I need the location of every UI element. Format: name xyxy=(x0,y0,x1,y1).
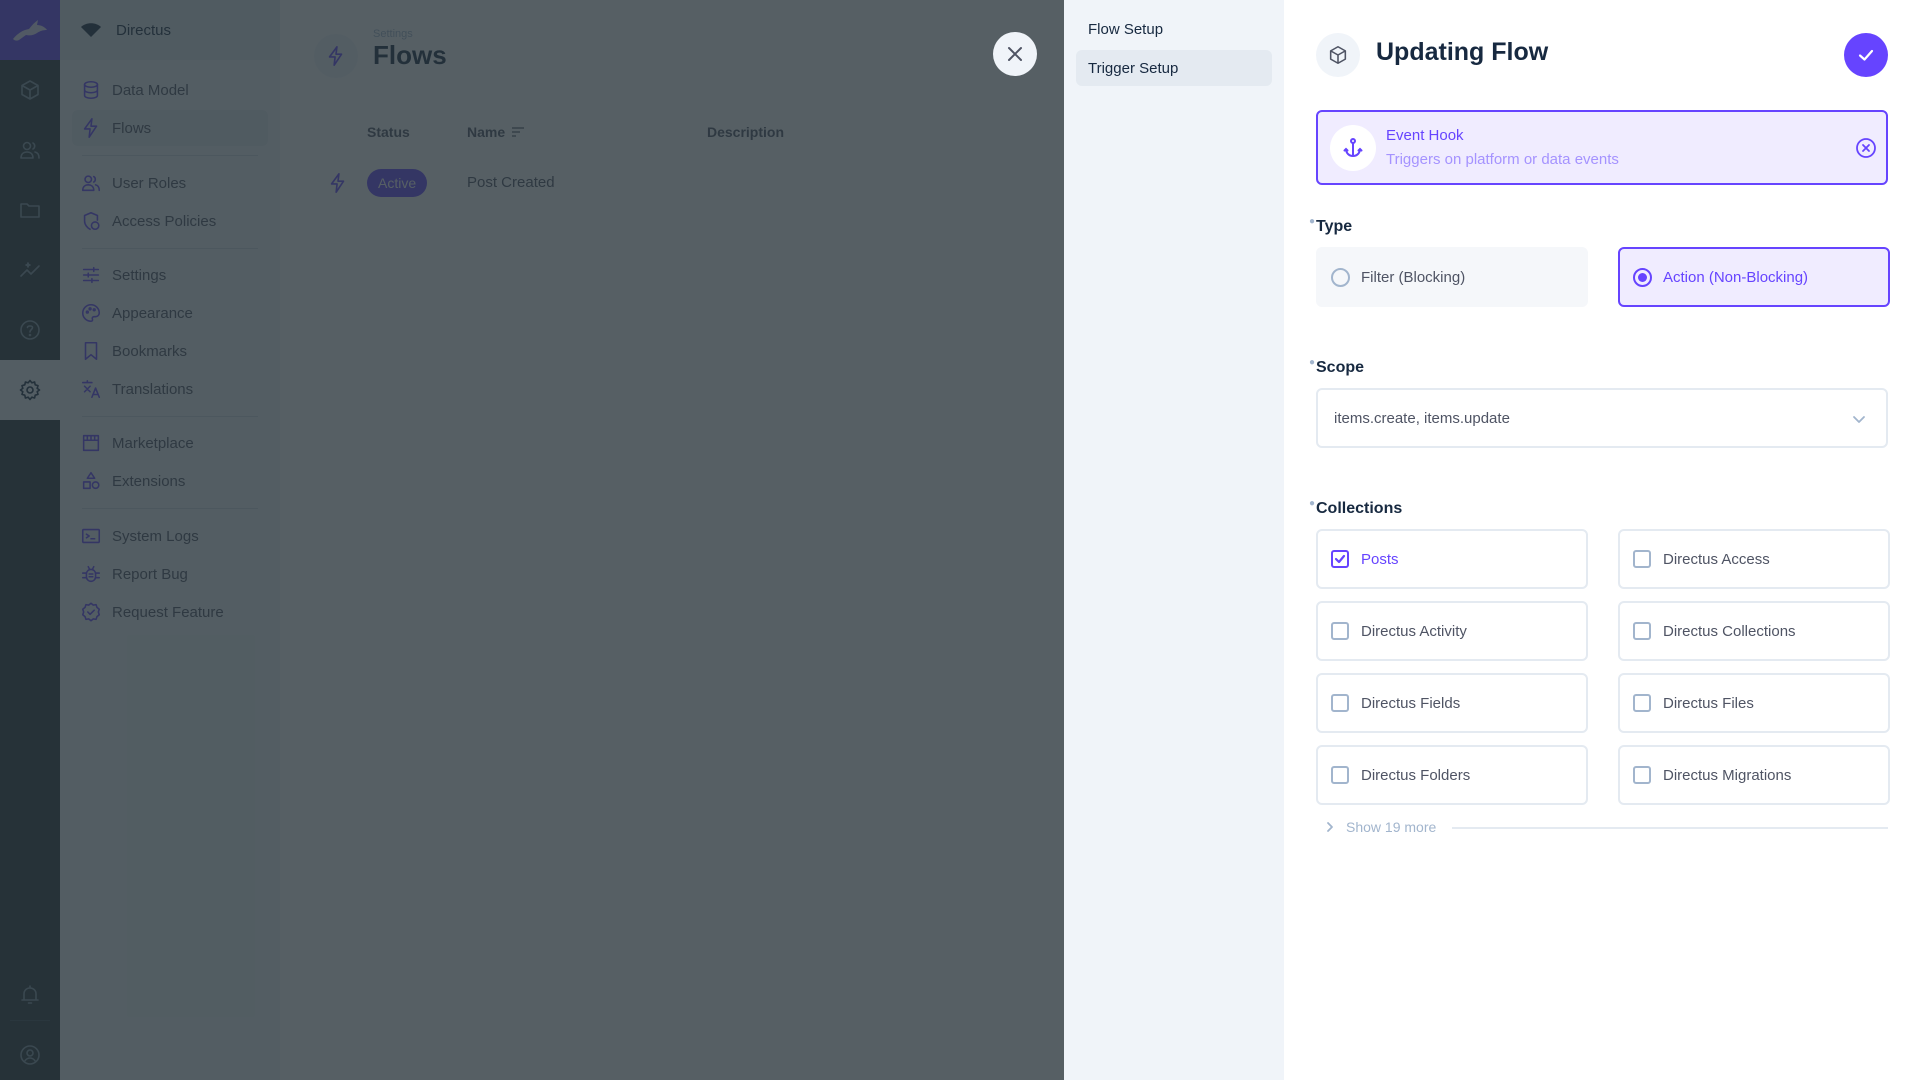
check-icon xyxy=(1858,49,1874,61)
type-radio-action[interactable]: Action (Non-Blocking) xyxy=(1618,247,1890,307)
checkbox-label: Directus Activity xyxy=(1361,622,1467,640)
trigger-description: Triggers on platform or data events xyxy=(1386,151,1619,168)
trigger-icon-wrap xyxy=(1330,125,1376,171)
collections-label-text: Collections xyxy=(1316,500,1403,517)
checkbox-label: Directus Fields xyxy=(1361,694,1461,712)
checkbox-label: Directus Files xyxy=(1663,694,1754,712)
show-more-divider xyxy=(1452,827,1888,829)
tab-trigger-setup[interactable]: Trigger Setup xyxy=(1076,50,1272,86)
close-circle-icon xyxy=(1856,138,1876,158)
collection-checkbox-directus-folders[interactable]: Directus Folders xyxy=(1316,745,1588,805)
drawer-header-icon xyxy=(1316,33,1360,77)
collection-checkbox-directus-files[interactable]: Directus Files xyxy=(1618,673,1890,733)
collection-checkbox-directus-access[interactable]: Directus Access xyxy=(1618,529,1890,589)
radio-unchecked-icon xyxy=(1331,267,1350,287)
save-button[interactable] xyxy=(1844,33,1888,77)
checkbox-icon xyxy=(1331,766,1349,784)
close-drawer-button[interactable] xyxy=(993,32,1037,76)
checkbox-label: Directus Access xyxy=(1663,550,1770,568)
collection-checkbox-directus-collections[interactable]: Directus Collections xyxy=(1618,601,1890,661)
remove-trigger-button[interactable] xyxy=(1854,136,1878,160)
tab-flow-setup[interactable]: Flow Setup xyxy=(1076,11,1272,47)
checkbox-icon xyxy=(1331,550,1349,568)
cube-icon xyxy=(1329,45,1347,65)
collection-checkbox-directus-fields[interactable]: Directus Fields xyxy=(1316,673,1588,733)
collections-label: ● Collections xyxy=(1309,498,1403,518)
type-label: ● Type xyxy=(1309,216,1353,236)
trigger-card[interactable]: Event Hook Triggers on platform or data … xyxy=(1316,110,1888,185)
modal-overlay[interactable] xyxy=(0,0,1064,1080)
required-indicator: ● xyxy=(1309,216,1316,227)
required-indicator: ● xyxy=(1309,357,1316,368)
drawer-panel: Updating Flow Event Hook Triggers on pla… xyxy=(1284,0,1920,1080)
trigger-title: Event Hook xyxy=(1386,127,1464,144)
drawer-sidebar: Flow Setup Trigger Setup xyxy=(1064,0,1284,1080)
checkbox-icon xyxy=(1633,766,1651,784)
drawer-title: Updating Flow xyxy=(1376,38,1549,66)
checkbox-icon xyxy=(1633,694,1651,712)
checkbox-icon xyxy=(1331,622,1349,640)
show-more-button[interactable]: Show 19 more xyxy=(1324,819,1436,835)
radio-label: Action (Non-Blocking) xyxy=(1663,268,1809,286)
show-more-label: Show 19 more xyxy=(1346,819,1437,835)
required-indicator: ● xyxy=(1309,498,1316,509)
checkbox-label: Directus Collections xyxy=(1663,622,1796,640)
checkbox-label: Directus Migrations xyxy=(1663,766,1792,784)
collection-checkbox-posts[interactable]: Posts xyxy=(1316,529,1588,589)
checkbox-icon xyxy=(1633,550,1651,568)
scope-label: ● Scope xyxy=(1309,357,1365,377)
radio-label: Filter (Blocking) xyxy=(1361,268,1466,286)
collection-checkbox-directus-activity[interactable]: Directus Activity xyxy=(1316,601,1588,661)
scope-select[interactable]: items.create, items.update xyxy=(1316,388,1888,448)
anchor-icon xyxy=(1343,138,1363,158)
close-icon xyxy=(1008,47,1022,61)
scope-label-text: Scope xyxy=(1316,359,1365,376)
scope-value: items.create, items.update xyxy=(1334,409,1510,427)
checkbox-label: Posts xyxy=(1361,550,1399,568)
collection-checkbox-directus-migrations[interactable]: Directus Migrations xyxy=(1618,745,1890,805)
chevron-down-icon xyxy=(1853,416,1865,423)
type-label-text: Type xyxy=(1316,218,1353,235)
checkbox-icon xyxy=(1331,694,1349,712)
chevron-right-icon xyxy=(1327,822,1333,832)
radio-checked-icon xyxy=(1633,267,1652,287)
checkbox-icon xyxy=(1633,622,1651,640)
type-radio-filter[interactable]: Filter (Blocking) xyxy=(1316,247,1588,307)
checkbox-label: Directus Folders xyxy=(1361,766,1471,784)
app: Directus Data Model Flows User Roles Acc… xyxy=(0,0,1920,1080)
